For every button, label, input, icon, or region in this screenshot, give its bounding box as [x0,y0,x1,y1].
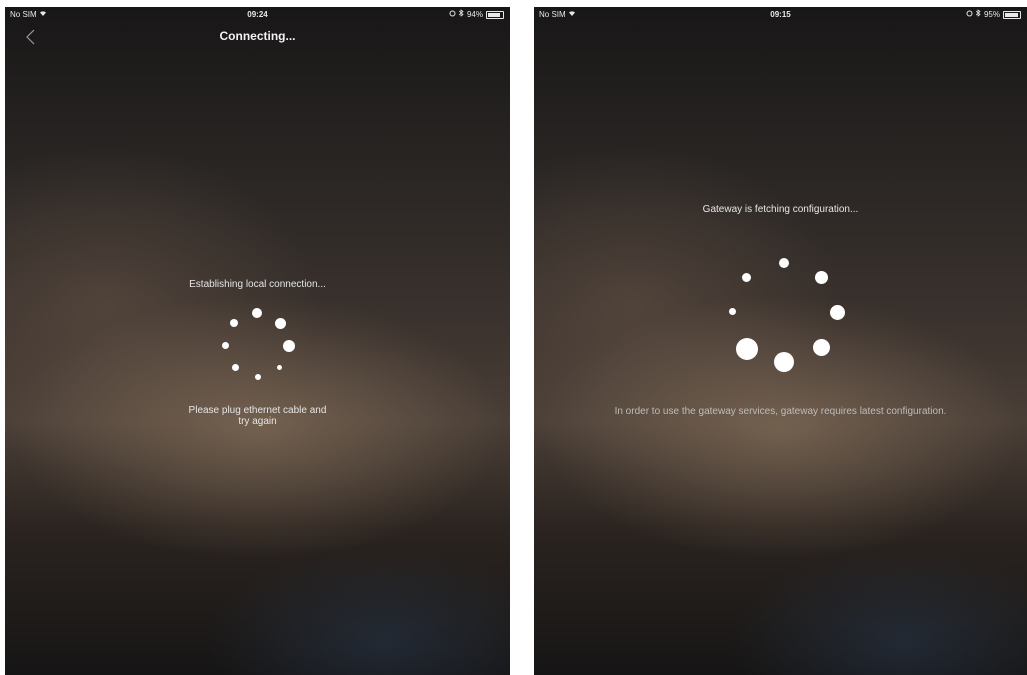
battery-percent: 95% [983,10,1000,19]
instruction-line-2: try again [238,416,277,427]
page-title: Connecting... [219,29,296,43]
instruction-line-1: Please plug ethernet cable and [188,405,327,416]
fetching-configuration-screen: No SIM 09:15 95% Gateway is fetching con… [534,7,1027,675]
bluetooth-icon [458,7,464,22]
status-time: 09:15 [770,10,791,19]
status-right: 94% [449,7,504,22]
bluetooth-icon [975,7,981,22]
battery-percent: 94% [466,10,483,19]
status-time: 09:24 [247,10,268,19]
battery-icon [1003,10,1021,19]
status-message: Establishing local connection... [189,279,326,290]
status-message: Gateway is fetching configuration... [702,204,859,215]
lock-rotation-icon [966,7,973,22]
status-bar: No SIM 09:15 95% [534,7,1027,22]
connecting-screen: No SIM 09:24 94% Connecting... Establish… [5,7,510,675]
status-bar: No SIM 09:24 94% [5,7,510,22]
lock-rotation-icon [449,7,456,22]
status-right: 95% [966,7,1021,22]
battery-icon [486,10,504,19]
instruction-message: In order to use the gateway services, ga… [614,406,947,417]
